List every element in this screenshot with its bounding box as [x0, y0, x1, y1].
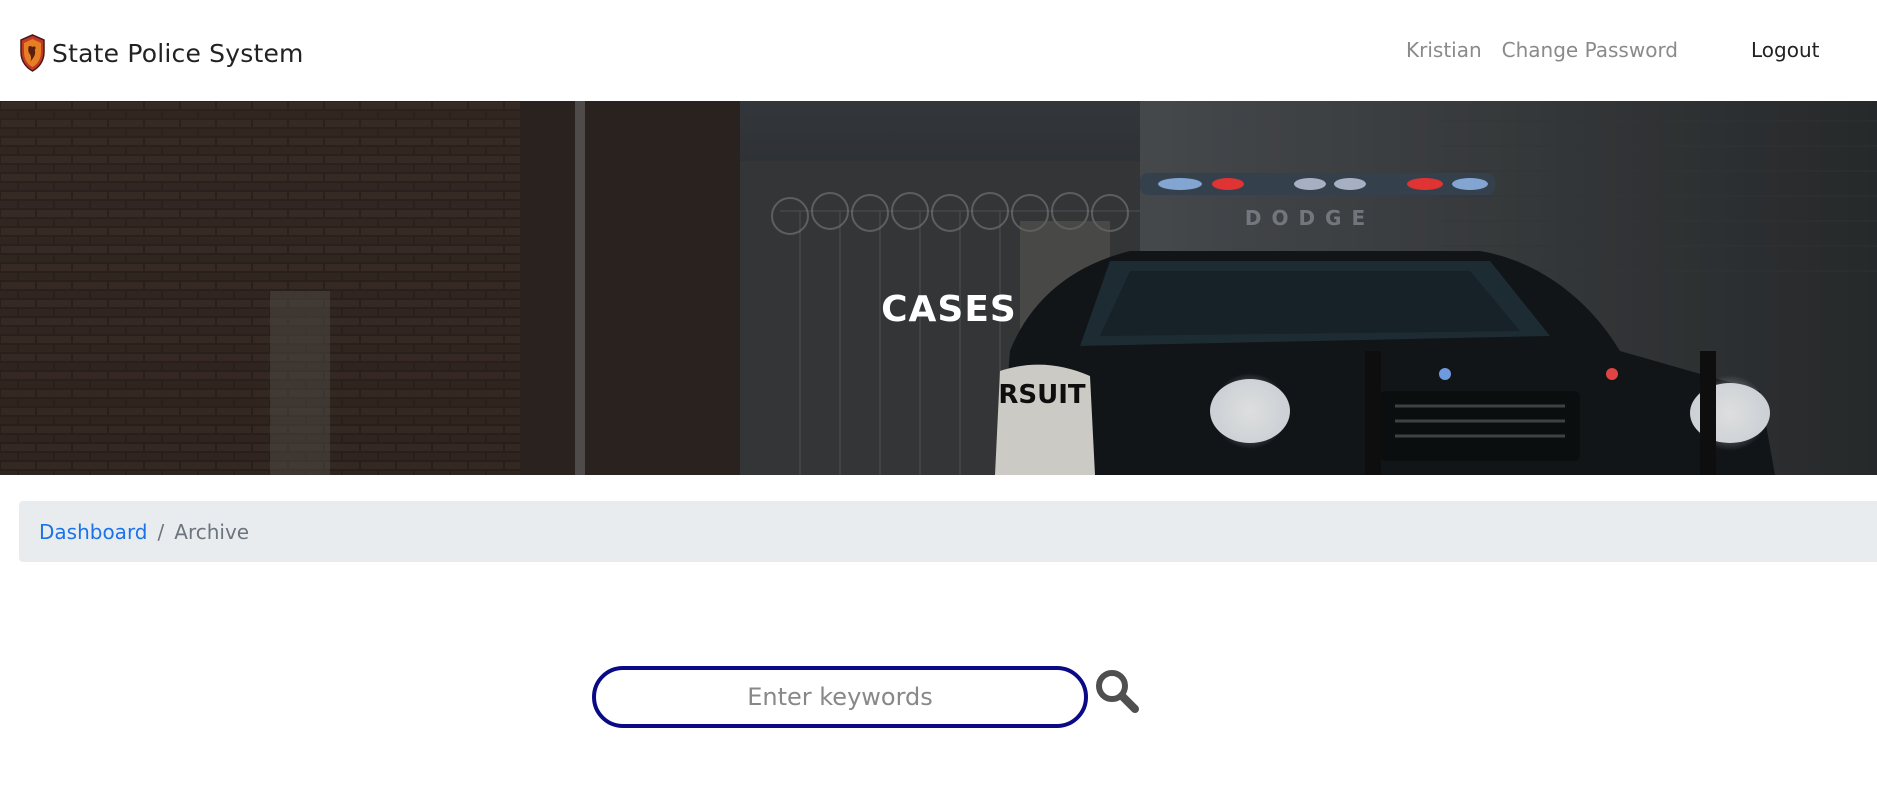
breadcrumb-dashboard-link[interactable]: Dashboard: [39, 520, 148, 544]
hero-banner: DODGE RSUIT CASES: [0, 101, 1877, 475]
breadcrumb-separator: /: [157, 519, 165, 544]
brand[interactable]: State Police System: [19, 33, 304, 73]
search-input[interactable]: [592, 666, 1088, 728]
user-name-link[interactable]: Kristian: [1406, 38, 1482, 62]
police-car-alley-image: DODGE RSUIT: [0, 101, 1877, 475]
police-badge-icon: [20, 34, 45, 72]
brand-name: State Police System: [52, 38, 304, 68]
nav-links: Kristian Change Password: [1406, 38, 1678, 62]
breadcrumb: Dashboard / Archive: [19, 501, 1877, 562]
top-navbar: State Police System Kristian Change Pass…: [0, 0, 1877, 101]
change-password-link[interactable]: Change Password: [1502, 38, 1678, 62]
logout-link[interactable]: Logout: [1751, 38, 1819, 62]
search-icon: [1096, 670, 1139, 713]
search-button[interactable]: [1093, 667, 1141, 715]
breadcrumb-current: Archive: [174, 519, 250, 544]
